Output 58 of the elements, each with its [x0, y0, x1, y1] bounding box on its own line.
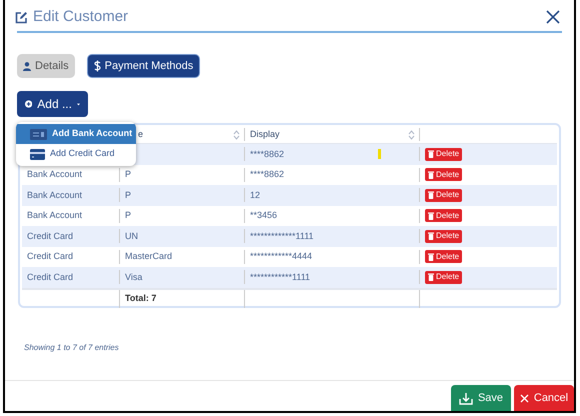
caret-icon	[76, 102, 80, 106]
trash-icon	[428, 252, 434, 261]
table-cell-text: ****8862	[250, 148, 284, 160]
table-cell-text: P	[125, 168, 132, 181]
table-cell-text: **3456	[250, 209, 278, 222]
user-icon	[23, 62, 31, 70]
table-cell-text: UN	[125, 230, 138, 242]
tab[interactable]: Payment Methods	[86, 54, 200, 78]
bank-card-icon	[30, 128, 47, 140]
table-cell-text: *************1111	[250, 230, 314, 242]
entries-info: Showing 1 to 7 of 7 entries	[24, 343, 119, 352]
table-cell-text: MasterCard	[125, 250, 172, 263]
dollar-icon	[94, 60, 101, 72]
close-button[interactable]	[546, 10, 560, 24]
close-icon	[520, 394, 529, 402]
tab[interactable]: Details	[17, 54, 75, 78]
delete-button[interactable]: Delete	[425, 168, 462, 182]
table-cell: Credit Card	[27, 251, 74, 261]
trash-icon	[428, 232, 434, 240]
save-button[interactable]: Save	[451, 385, 511, 411]
menu-item[interactable]: Add Bank Account	[16, 124, 136, 144]
edit-icon	[15, 10, 28, 24]
sort-icon	[233, 130, 240, 140]
window-title: Edit Customer	[33, 6, 128, 27]
credit-card-icon	[30, 148, 45, 160]
plus-circle-icon	[25, 98, 32, 110]
trash-icon	[428, 170, 434, 179]
delete-button[interactable]: Delete	[425, 230, 462, 243]
trash-icon	[428, 273, 434, 282]
table-cell: Bank Account	[27, 190, 82, 200]
trash-icon	[428, 191, 434, 200]
total-label: Total: 7	[125, 292, 156, 305]
table-cell-text: P	[125, 188, 132, 202]
table-cell: Bank Account	[27, 210, 82, 220]
column-header: e	[138, 128, 144, 141]
table-cell-text: Visa	[125, 270, 142, 284]
add-dropdown-button[interactable]: Add ...	[17, 91, 88, 117]
delete-button[interactable]: Delete	[425, 148, 462, 161]
close-icon	[546, 10, 560, 24]
table-cell-text: ************1111	[250, 270, 310, 284]
sort-icon	[408, 130, 415, 140]
trash-icon	[428, 212, 434, 220]
table-cell: Credit Card	[27, 230, 74, 240]
table-cell-text: ************4444	[250, 250, 312, 263]
menu-item[interactable]: Add Credit Card	[16, 144, 136, 164]
delete-button[interactable]: Delete	[425, 209, 462, 222]
table-cell-text: 12	[250, 188, 260, 202]
trash-icon	[428, 150, 434, 158]
table-cell-text: P	[125, 209, 132, 222]
table-cell: Bank Account	[27, 169, 82, 179]
download-icon	[458, 392, 473, 404]
cancel-button[interactable]: Cancel	[514, 385, 574, 411]
delete-button[interactable]: Delete	[425, 188, 462, 202]
delete-button[interactable]: Delete	[425, 250, 462, 264]
table-cell-text: ****8862	[250, 168, 284, 181]
table-cell: Credit Card	[27, 272, 74, 282]
column-header: Display	[250, 128, 280, 141]
delete-button[interactable]: Delete	[425, 270, 462, 284]
